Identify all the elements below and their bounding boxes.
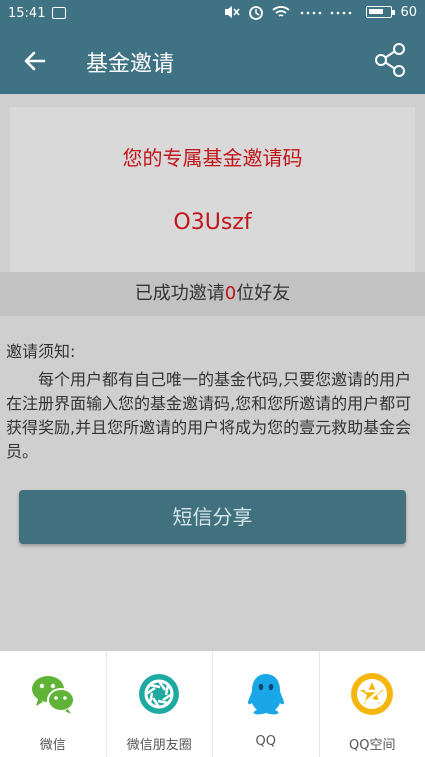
share-icon[interactable] <box>373 42 407 78</box>
share-target-bar: 微信 微信朋友圈 QQ QQ空间 <box>0 651 425 757</box>
invite-count-bar: 已成功邀请0位好友 <box>0 272 425 316</box>
image-notification-icon <box>52 7 66 19</box>
status-time: 15:41 <box>8 6 46 21</box>
notice-body: 每个用户都有自己唯一的基金代码,只要您邀请的用户在注册界面输入您的基金邀请码,您… <box>6 370 412 461</box>
sms-share-button[interactable]: 短信分享 <box>19 490 406 544</box>
invite-code-title: 您的专属基金邀请码 <box>122 146 303 170</box>
wifi-icon <box>272 6 291 17</box>
qzone-icon <box>351 673 394 715</box>
invite-code-panel: 您的专属基金邀请码 O3Uszf <box>10 107 415 272</box>
mute-icon <box>225 6 241 18</box>
qq-icon <box>247 674 284 715</box>
invite-count-suffix: 位好友 <box>236 283 291 304</box>
moments-icon <box>139 674 180 714</box>
back-arrow-icon[interactable] <box>22 46 48 76</box>
share-moments[interactable]: 微信朋友圈 <box>107 651 213 757</box>
share-wechat[interactable]: 微信 <box>0 651 107 757</box>
invite-count-prefix: 已成功邀请 <box>134 283 225 304</box>
share-moments-label: 微信朋友圈 <box>126 738 192 753</box>
wechat-icon <box>31 676 75 714</box>
battery-level: 60 <box>400 4 417 20</box>
invite-count-number: 0 <box>224 283 237 304</box>
invite-code-value: O3Uszf <box>173 210 252 235</box>
notice-title: 邀请须知: <box>6 342 76 361</box>
signal-icon <box>301 11 352 15</box>
status-icons: 60 <box>224 4 417 20</box>
alarm-icon <box>249 6 264 20</box>
page-title: 基金邀请 <box>86 52 175 77</box>
share-qq[interactable]: QQ <box>213 651 320 757</box>
app-toolbar: 基金邀请 <box>0 28 425 94</box>
share-qzone[interactable]: QQ空间 <box>320 651 425 757</box>
share-qzone-label: QQ空间 <box>349 738 396 753</box>
battery-icon <box>366 6 396 18</box>
share-wechat-label: 微信 <box>39 738 66 753</box>
share-qq-label: QQ <box>255 734 276 749</box>
status-bar: 15:41 60 <box>0 0 425 28</box>
